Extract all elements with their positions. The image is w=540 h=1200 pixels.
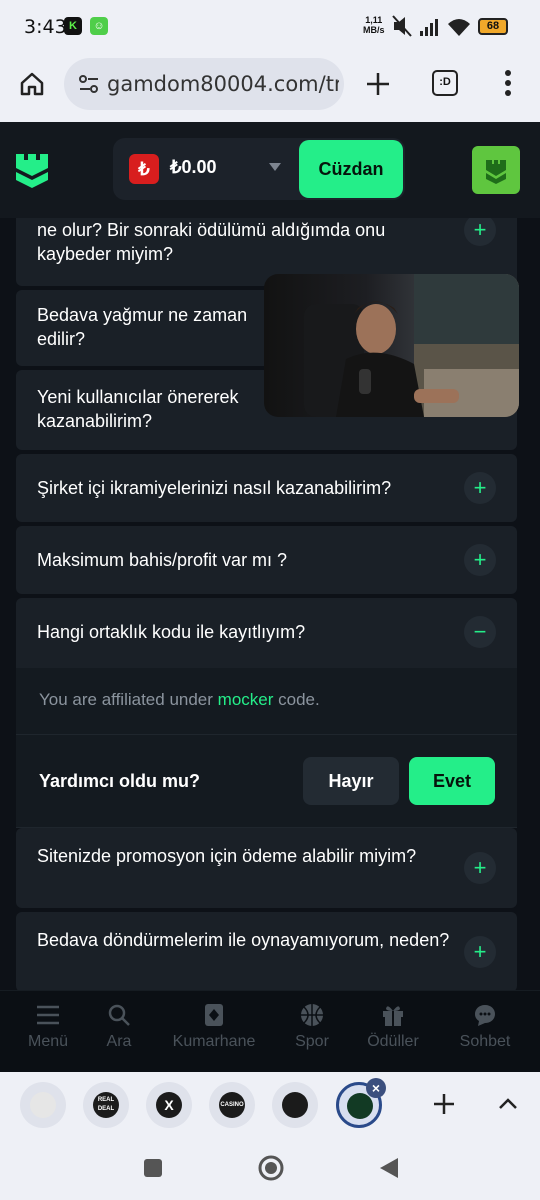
tab-label: CASINO: [219, 1092, 245, 1118]
expand-plus-icon[interactable]: +: [464, 852, 496, 884]
no-button[interactable]: Hayır: [303, 757, 399, 805]
back-icon[interactable]: [378, 1156, 400, 1185]
faq-item[interactable]: Sitenizde promosyon için ödeme alabilir …: [16, 828, 517, 908]
answer-prefix: You are affiliated under: [39, 690, 218, 709]
tab-favicon[interactable]: [272, 1082, 318, 1128]
avatar[interactable]: [472, 146, 520, 194]
faq-question: Hangi ortaklık kodu ile kayıtlıyım?: [37, 622, 306, 642]
ball-icon: [301, 1004, 323, 1026]
network-speed: 1,11 MB/s: [363, 15, 385, 35]
collapse-minus-icon[interactable]: −: [464, 616, 496, 648]
pip-video[interactable]: [264, 274, 519, 417]
nav-label: Ara: [106, 1033, 132, 1050]
cards-icon: [205, 1004, 223, 1026]
yes-button[interactable]: Evet: [409, 757, 495, 805]
tab-favicon[interactable]: REAL DEAL: [83, 1082, 129, 1128]
signal-icon: [420, 19, 438, 36]
faq-question: Bedava döndürmelerim ile oynayamıyorum, …: [37, 930, 450, 950]
tab-strip-add-icon[interactable]: [432, 1092, 456, 1121]
tab-favicon[interactable]: [20, 1082, 66, 1128]
tab-label: REAL DEAL: [93, 1092, 119, 1118]
wallet-button[interactable]: Cüzdan: [299, 140, 403, 198]
site-header: ₺ ₺0.00 Cüzdan: [0, 122, 540, 218]
nav-casino[interactable]: Kumarhane: [160, 1003, 268, 1051]
chat-icon: [475, 1005, 495, 1026]
system-nav-bar: [0, 1138, 540, 1200]
expand-plus-icon[interactable]: +: [464, 936, 496, 968]
answer-suffix: code.: [273, 690, 320, 709]
menu-icon: [37, 1005, 59, 1025]
more-menu-icon[interactable]: [498, 68, 518, 103]
helpful-feedback: Yardımcı oldu mu? Hayır Evet: [16, 734, 517, 828]
faq-question: Sitenizde promosyon için ödeme alabilir …: [37, 846, 417, 866]
recents-icon[interactable]: [143, 1158, 163, 1183]
expand-plus-icon[interactable]: +: [464, 472, 496, 504]
site-settings-icon[interactable]: [78, 74, 100, 99]
expand-plus-icon[interactable]: +: [464, 544, 496, 576]
url-text: gamdom80004.com/tr-: [107, 72, 339, 96]
home-icon[interactable]: [18, 70, 46, 103]
balance-amount: ₺0.00: [170, 157, 217, 177]
bottom-nav: Menü Ara Kumarhane Spor Ödüller Sohbet: [0, 990, 540, 1072]
helpful-label: Yardımcı oldu mu?: [39, 771, 201, 791]
tab-favicon[interactable]: X: [146, 1082, 192, 1128]
gift-icon: [383, 1006, 403, 1026]
tab-label: [282, 1092, 308, 1118]
nav-search[interactable]: Ara: [65, 1003, 173, 1051]
chevron-down-icon[interactable]: [269, 163, 281, 171]
close-tab-icon[interactable]: ×: [366, 1078, 386, 1098]
tab-strip: REAL DEAL X CASINO: [0, 1072, 540, 1138]
battery-icon: 68: [478, 18, 508, 35]
faq-question: Bedava yağmur ne zaman edilir?: [37, 305, 248, 349]
search-icon: [108, 1004, 130, 1026]
tab-favicon[interactable]: CASINO: [209, 1082, 255, 1128]
gamdom-logo-icon[interactable]: [14, 150, 50, 195]
nav-label: Menü: [27, 1033, 69, 1050]
browser-toolbar: gamdom80004.com/tr- :D: [0, 56, 540, 122]
home-nav-icon[interactable]: [257, 1154, 285, 1187]
url-field[interactable]: gamdom80004.com/tr-: [64, 58, 344, 110]
faq-question: Maksimum bahis/profit var mı ?: [37, 550, 288, 570]
nav-label: Sohbet: [459, 1033, 511, 1050]
nav-chat[interactable]: Sohbet: [431, 1003, 539, 1051]
status-icons: [392, 14, 472, 45]
faq-item[interactable]: Bedava döndürmelerim ile oynayamıyorum, …: [16, 912, 517, 990]
android-app-icon: ☺: [90, 17, 108, 35]
currency-try-icon: ₺: [129, 154, 159, 184]
mute-icon: [392, 15, 412, 37]
nav-label: Kumarhane: [172, 1033, 256, 1050]
chevron-up-icon[interactable]: [496, 1092, 520, 1121]
tab-label: X: [156, 1092, 182, 1118]
tab-switcher-button[interactable]: :D: [432, 70, 458, 96]
nav-label: Spor: [295, 1033, 329, 1050]
faq-question: ne olur? Bir sonraki ödülümü aldığımda o…: [37, 220, 386, 264]
wifi-icon: [448, 19, 470, 36]
kick-app-icon: K: [64, 17, 82, 35]
tab-label: [30, 1092, 56, 1118]
status-bar: 3:43 K ☺ 1,11 MB/s 68: [0, 0, 540, 56]
faq-item-expanded[interactable]: Hangi ortaklık kodu ile kayıtlıyım? −: [16, 598, 517, 668]
nav-label: Ödüller: [367, 1033, 419, 1050]
faq-item[interactable]: Şirket içi ikramiyelerinizi nasıl kazana…: [16, 454, 517, 522]
expand-plus-icon[interactable]: +: [464, 218, 496, 246]
faq-question: Yeni kullanıcılar önererek kazanabilirim…: [37, 387, 239, 431]
faq-item[interactable]: Maksimum bahis/profit var mı ? +: [16, 526, 517, 594]
new-tab-plus-icon[interactable]: [364, 70, 392, 103]
status-time: 3:43: [24, 16, 67, 38]
faq-answer: You are affiliated under mocker code.: [16, 668, 517, 734]
affiliate-code: mocker: [217, 690, 274, 709]
faq-question: Şirket içi ikramiyelerinizi nasıl kazana…: [37, 478, 392, 498]
balance-selector[interactable]: ₺ ₺0.00 Cüzdan: [113, 138, 405, 200]
tab-label: [347, 1093, 373, 1119]
